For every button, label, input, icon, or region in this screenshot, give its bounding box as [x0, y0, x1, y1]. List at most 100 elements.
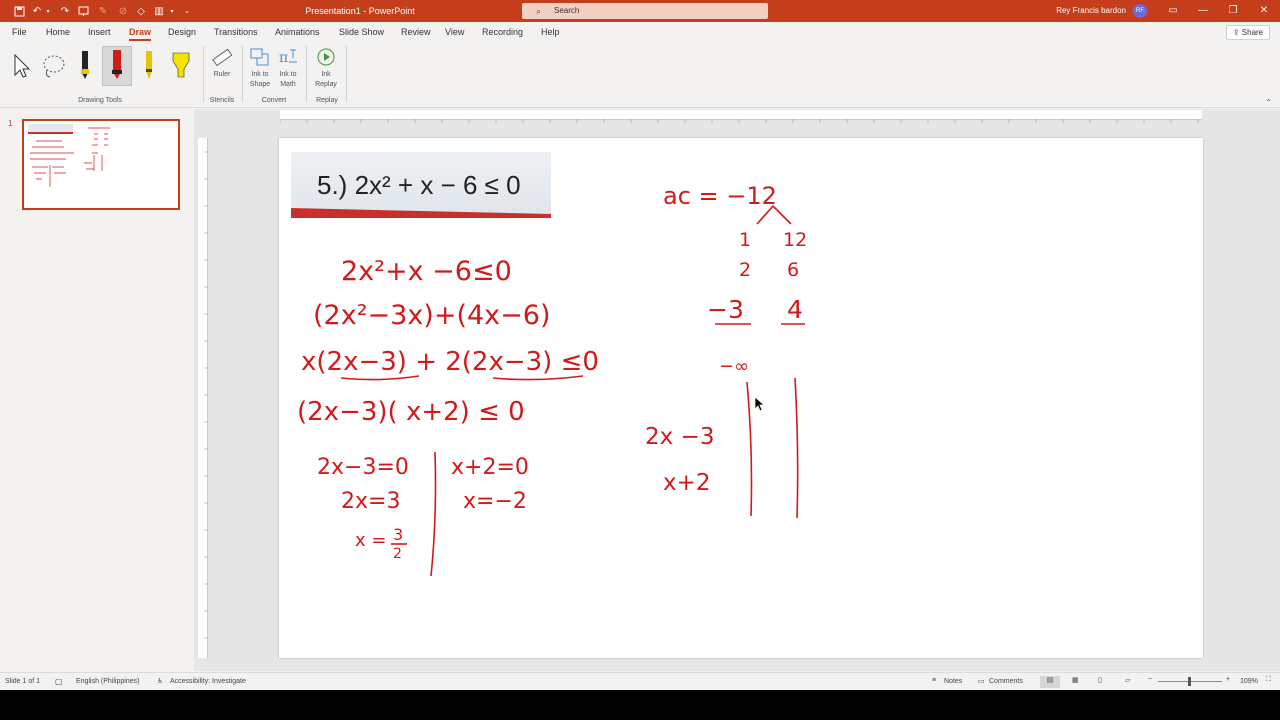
divider-line: [430, 451, 437, 577]
save-icon[interactable]: [12, 4, 26, 18]
accessibility-status[interactable]: Accessibility: Investigate: [170, 678, 246, 685]
tab-help[interactable]: Help: [541, 27, 560, 37]
comments-button[interactable]: Comments: [989, 678, 1023, 685]
ink-line-2: (2x²−3x)+(4x−6): [313, 300, 550, 331]
horizontal-ruler[interactable]: [279, 110, 1202, 123]
ink-replay-label: Ink: [321, 71, 331, 78]
vertical-ruler[interactable]: [198, 138, 208, 658]
ribbon-tabs: File Home Insert Draw Design Transitions…: [0, 22, 1280, 42]
yellow-highlighter-icon[interactable]: [168, 46, 194, 86]
ink-to-shape-button[interactable]: Ink to Shape: [246, 46, 274, 90]
search-placeholder: Search: [554, 6, 580, 15]
share-button[interactable]: ⇪ Share: [1226, 25, 1270, 40]
stencils-group-label: Stencils: [209, 97, 235, 104]
spelling-check-icon[interactable]: ▢: [55, 677, 63, 686]
layout-dropdown-icon[interactable]: ▾: [168, 4, 176, 18]
ink-to-shape-label-2: Shape: [249, 81, 271, 88]
highlighter-icon[interactable]: ⊘: [116, 4, 130, 18]
customize-toolbar-icon[interactable]: ⌄: [180, 4, 194, 18]
restore-icon[interactable]: ❐: [1218, 0, 1248, 22]
group-separator: [306, 46, 307, 102]
ink-replay-button[interactable]: Ink Replay: [312, 46, 340, 90]
tab-draw[interactable]: Draw: [129, 27, 152, 41]
ink-negative-infinity: −∞: [719, 356, 749, 377]
mouse-cursor-icon: [754, 396, 766, 412]
undo-dropdown-icon[interactable]: ▾: [44, 4, 52, 18]
ink-line-1: 2x²+x −6≤0: [341, 256, 512, 287]
notes-icon: ≡: [932, 677, 937, 684]
slide-show-view-icon[interactable]: ▱: [1125, 676, 1130, 684]
zoom-out-icon[interactable]: −: [1148, 676, 1152, 683]
ink-to-math-button[interactable]: π Ink to Math: [274, 46, 302, 90]
ink-factor-2a: 2: [739, 259, 751, 281]
group-separator: [346, 46, 347, 102]
ink-line-3: x(2x−3) + 2(2x−3) ≤0: [301, 347, 599, 377]
comments-icon: ▭: [978, 678, 985, 685]
tab-transitions[interactable]: Transitions: [214, 27, 258, 37]
tab-review[interactable]: Review: [401, 27, 431, 37]
fit-slide-icon[interactable]: ⛶: [1266, 676, 1271, 684]
tab-design[interactable]: Design: [168, 27, 196, 37]
ruler-icon: [211, 46, 233, 68]
ink-layer: 2x²+x −6≤0 (2x²−3x)+(4x−6) x(2x−3) + 2(2…: [297, 182, 807, 577]
slide-canvas[interactable]: 5.) 2x² + x − 6 ≤ 0 2x²+x −6≤0 (2x²−3x)+…: [279, 138, 1203, 658]
redo-icon[interactable]: ↷: [58, 4, 72, 18]
ink-fraction-denominator: 2: [393, 546, 402, 562]
tab-view[interactable]: View: [445, 27, 464, 37]
status-bar: Slide 1 of 1 ▢ English (Philippines) ♿ A…: [0, 672, 1280, 690]
present-from-beginning-icon[interactable]: [76, 4, 90, 18]
select-tool-icon[interactable]: [10, 46, 32, 86]
ribbon: Drawing Tools Ruler Stencils Ink to Shap…: [0, 42, 1280, 108]
ruler-button[interactable]: Ruler: [208, 46, 236, 80]
yellow-pencil-icon[interactable]: [138, 46, 160, 86]
user-name[interactable]: Rey Francis bardon: [1030, 6, 1126, 15]
tab-insert[interactable]: Insert: [88, 27, 111, 37]
zoom-level[interactable]: 109%: [1240, 678, 1258, 685]
notes-button[interactable]: Notes: [944, 678, 962, 685]
language-indicator[interactable]: English (Philippines): [76, 678, 139, 685]
tab-file[interactable]: File: [12, 27, 27, 37]
drawing-tools-group-label: Drawing Tools: [78, 97, 122, 104]
ink-replay-icon: [315, 46, 337, 68]
avatar[interactable]: RF: [1133, 4, 1147, 18]
share-label: Share: [1241, 28, 1264, 37]
group-separator: [203, 46, 204, 102]
slide-sorter-icon[interactable]: ▦: [1072, 676, 1079, 684]
collapse-ribbon-icon[interactable]: ⌃: [1265, 98, 1272, 107]
ink-line-7: x =: [355, 530, 386, 551]
pen-icon[interactable]: ✎: [96, 4, 110, 18]
ruler-label: Ruler: [213, 71, 231, 78]
lasso-select-icon[interactable]: [40, 46, 68, 86]
accessibility-icon: ♿: [157, 678, 164, 685]
close-icon[interactable]: ✕: [1249, 0, 1279, 22]
normal-view-icon[interactable]: ▤: [1040, 676, 1060, 688]
tab-animations[interactable]: Animations: [275, 27, 320, 37]
zoom-in-icon[interactable]: +: [1226, 676, 1230, 683]
ribbon-display-options-icon[interactable]: ▭: [1158, 0, 1188, 22]
slide-thumbnail[interactable]: [22, 119, 180, 210]
document-title: Presentation1 - PowerPoint: [305, 6, 415, 16]
undo-icon[interactable]: ↶: [30, 4, 44, 18]
powerpoint-window: ↶ ▾ ↷ ✎ ⊘ ◇ ▥ ▾ ⌄ Presentation1 - PowerP…: [0, 0, 1280, 720]
black-pen-icon[interactable]: [74, 46, 96, 86]
tab-recording[interactable]: Recording: [482, 27, 523, 37]
zoom-slider-thumb[interactable]: [1188, 677, 1191, 686]
convert-group-label: Convert: [261, 97, 287, 104]
red-pen-icon[interactable]: [102, 46, 132, 86]
tab-home[interactable]: Home: [46, 27, 70, 37]
title-bar: ↶ ▾ ↷ ✎ ⊘ ◇ ▥ ▾ ⌄ Presentation1 - PowerP…: [0, 0, 1280, 22]
tab-slide-show[interactable]: Slide Show: [339, 27, 384, 37]
reading-view-icon[interactable]: ▯: [1098, 676, 1102, 684]
screen-bottom-band: [0, 690, 1280, 720]
minimize-icon[interactable]: —: [1188, 0, 1218, 22]
ink-replay-label-2: Replay: [315, 81, 337, 88]
slide-thumbnails-pane: 1: [0, 109, 194, 671]
ink-factor-1a: 1: [739, 229, 751, 251]
layout-icon[interactable]: ▥: [152, 4, 166, 18]
ink-line-6b: x=−2: [463, 489, 527, 514]
search-input[interactable]: ⌕ Search: [522, 3, 768, 19]
ink-factor-1b: 12: [783, 229, 807, 251]
ink-to-shape-icon: [249, 46, 271, 68]
sign-chart-line-1: [746, 381, 753, 517]
eraser-icon[interactable]: ◇: [134, 4, 148, 18]
